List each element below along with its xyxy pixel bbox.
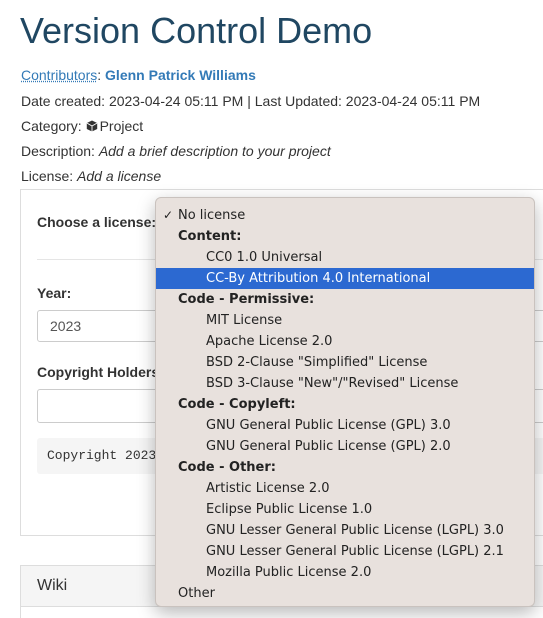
dropdown-option[interactable]: GNU General Public License (GPL) 2.0 xyxy=(156,436,534,457)
contributors-link[interactable]: Contributors xyxy=(21,67,97,83)
page-title: Version Control Demo xyxy=(20,10,373,51)
year-label: Year: xyxy=(37,285,72,301)
license-dropdown-menu[interactable]: No license Content: CC0 1.0 UniversalCC-By… xyxy=(155,197,535,607)
cube-icon xyxy=(86,120,98,132)
dropdown-option[interactable]: GNU Lesser General Public License (LGPL)… xyxy=(156,520,534,541)
dropdown-option[interactable]: CC-By Attribution 4.0 International xyxy=(156,268,534,289)
dropdown-option[interactable]: BSD 3-Clause "New"/"Revised" License xyxy=(156,373,534,394)
dropdown-option[interactable]: CC0 1.0 Universal xyxy=(156,247,534,268)
license-label: License: xyxy=(21,168,78,184)
project-page: Version Control Demo Contributors: Glenn… xyxy=(0,0,543,618)
dropdown-option[interactable]: Eclipse Public License 1.0 xyxy=(156,499,534,520)
category-line: Category: Project xyxy=(21,118,143,134)
choose-license-label: Choose a license: xyxy=(37,214,157,230)
dropdown-option[interactable]: GNU General Public License (GPL) 3.0 xyxy=(156,415,534,436)
wiki-title: Wiki xyxy=(37,577,68,594)
contributors-separator: : xyxy=(97,67,106,83)
dropdown-group-label: Code - Permissive: xyxy=(178,292,315,307)
category-label: Category: xyxy=(21,118,86,134)
dates-line: Date created: 2023-04-24 05:11 PM | Last… xyxy=(21,93,481,109)
description-value[interactable]: Add a brief description to your project xyxy=(99,143,331,159)
copyright-holders-label: Copyright Holders xyxy=(37,364,160,380)
dropdown-option[interactable]: Apache License 2.0 xyxy=(156,331,534,352)
dropdown-option[interactable]: BSD 2-Clause "Simplified" License xyxy=(156,352,534,373)
license-line: License: Add a license xyxy=(21,168,161,184)
contributors-line: Contributors: Glenn Patrick Williams xyxy=(21,67,256,83)
dropdown-group-label: Code - Other: xyxy=(178,460,276,475)
dropdown-group-label: Content: xyxy=(178,229,242,244)
dropdown-option[interactable]: Mozilla Public License 2.0 xyxy=(156,562,534,583)
license-value[interactable]: Add a license xyxy=(77,168,161,184)
description-line: Description: Add a brief description to … xyxy=(21,143,331,159)
dropdown-option[interactable]: No license xyxy=(156,205,534,226)
description-label: Description: xyxy=(21,143,99,159)
dropdown-option[interactable]: Artistic License 2.0 xyxy=(156,478,534,499)
dropdown-option[interactable]: GNU Lesser General Public License (LGPL)… xyxy=(156,541,534,562)
category-value: Project xyxy=(99,118,144,134)
dropdown-option[interactable]: Other xyxy=(156,583,534,604)
dropdown-option[interactable]: MIT License xyxy=(156,310,534,331)
contributor-name-link[interactable]: Glenn Patrick Williams xyxy=(105,67,256,83)
dropdown-group-label: Code - Copyleft: xyxy=(178,397,296,412)
